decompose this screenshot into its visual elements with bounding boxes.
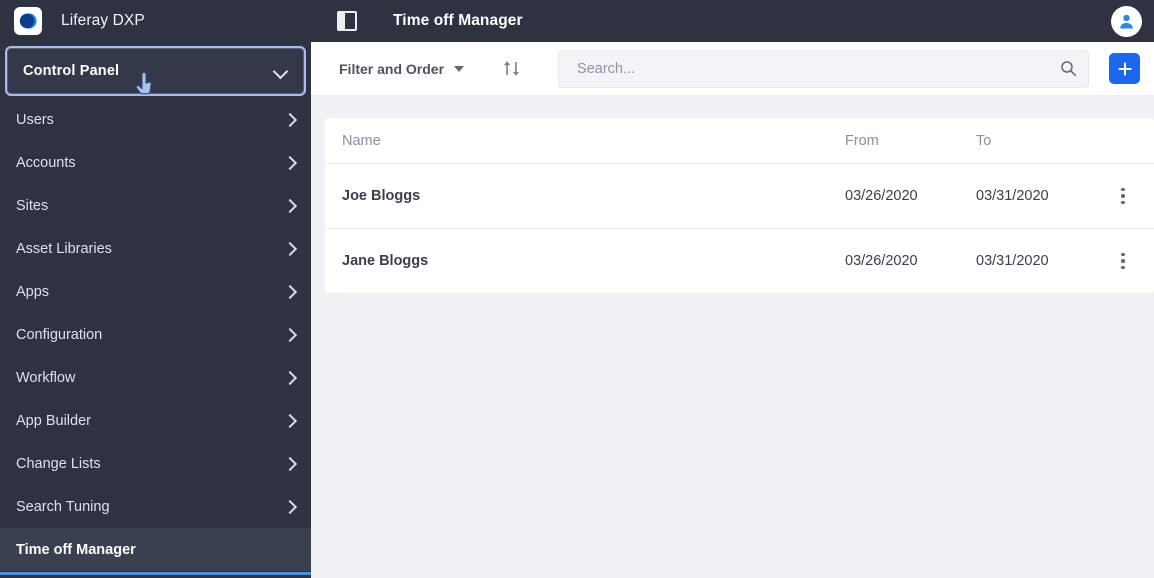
sidebar-item-search-tuning[interactable]: Search Tuning [0,485,311,528]
caret-down-icon [454,65,465,72]
sidebar-item-label: Asset Libraries [16,240,112,257]
chevron-down-icon [273,63,289,79]
chevron-right-icon [283,371,297,385]
sidebar-item-change-lists[interactable]: Change Lists [0,442,311,485]
top-header-bar: Time off Manager [311,0,1154,42]
sidebar-item-accounts[interactable]: Accounts [0,141,311,184]
sidebar-item-workflow[interactable]: Workflow [0,356,311,399]
cell-from: 03/26/2020 [845,163,976,229]
chevron-right-icon [283,113,297,127]
sidebar-item-configuration[interactable]: Configuration [0,313,311,356]
kebab-menu-icon[interactable] [1111,184,1135,208]
cell-to: 03/31/2020 [976,253,1049,269]
list-toolbar: Filter and Order [311,42,1154,96]
plus-icon [1118,62,1131,75]
sidebar-item-sites[interactable]: Sites [0,184,311,227]
chevron-right-icon [283,199,297,213]
chevron-right-icon [283,500,297,514]
filter-and-order-label: Filter and Order [339,60,445,77]
column-header-name: Name [325,118,845,164]
sidebar-item-label: Accounts [16,154,76,171]
app-root: Liferay DXP Control Panel Users Accounts… [0,0,1154,578]
sort-ascending-descending-icon[interactable] [498,55,526,83]
search-input[interactable] [558,49,1089,88]
brand-header: Liferay DXP [0,0,311,42]
cell-from: 03/26/2020 [845,253,918,269]
sidebar-item-asset-libraries[interactable]: Asset Libraries [0,227,311,270]
table-row[interactable]: Joe Bloggs 03/26/2020 03/31/2020 [325,163,1154,229]
cell-actions [1109,229,1154,294]
content-area: Name From To Joe Bloggs 03/26/2020 03/31… [311,96,1154,578]
sidebar: Liferay DXP Control Panel Users Accounts… [0,0,311,578]
sidebar-toggle-icon[interactable] [337,11,357,31]
table-row[interactable]: Jane Bloggs 03/26/2020 03/31/2020 [325,229,1154,294]
brand-title: Liferay DXP [61,12,145,29]
sidebar-item-app-builder[interactable]: App Builder [0,399,311,442]
time-off-table: Name From To Joe Bloggs 03/26/2020 03/31… [325,118,1154,293]
sidebar-item-label: Workflow [16,369,76,386]
sidebar-item-label: Sites [16,197,49,214]
control-panel-wrapper: Control Panel [0,42,311,94]
column-header-from: From [845,118,976,164]
search-icon[interactable] [1055,56,1081,82]
table-body: Joe Bloggs 03/26/2020 03/31/2020 Jane Bl… [325,163,1154,294]
table-head: Name From To [325,118,1154,164]
cell-name: Joe Bloggs [325,163,845,229]
sidebar-item-time-off-manager[interactable]: Time off Manager [0,528,311,575]
cell-name: Jane Bloggs [342,253,429,269]
chevron-right-icon [283,285,297,299]
control-panel-label: Control Panel [23,63,120,79]
page-title: Time off Manager [393,12,523,29]
user-avatar-icon[interactable] [1111,5,1142,37]
add-button[interactable] [1109,53,1140,84]
control-panel-selector[interactable]: Control Panel [7,48,304,94]
chevron-right-icon [283,242,297,256]
column-header-actions [1109,118,1154,164]
liferay-logo-icon [14,7,42,35]
chevron-right-icon [283,328,297,342]
cell-to: 03/31/2020 [976,163,1109,229]
column-header-to: To [976,118,1109,164]
sidebar-item-label: Time off Manager [16,541,136,558]
sidebar-item-users[interactable]: Users [0,98,311,141]
filter-and-order-dropdown[interactable]: Filter and Order [339,60,465,77]
sidebar-item-apps[interactable]: Apps [0,270,311,313]
chevron-right-icon [283,414,297,428]
chevron-right-icon [283,156,297,170]
cell-actions [1109,163,1154,229]
sidebar-item-label: Change Lists [16,455,101,472]
chevron-right-icon [283,457,297,471]
sidebar-item-label: Users [16,111,54,128]
sidebar-item-label: Apps [16,283,50,300]
kebab-menu-icon[interactable] [1111,249,1135,273]
sidebar-item-label: App Builder [16,412,91,429]
main-area: Time off Manager Filter and Order Search… [311,0,1154,578]
sidebar-nav: Users Accounts Sites Asset Libraries App… [0,98,311,578]
search-field-wrapper [558,49,1089,88]
table-header-row: Name From To [325,118,1154,164]
sidebar-item-label: Configuration [16,326,103,343]
time-off-table-card: Name From To Joe Bloggs 03/26/2020 03/31… [325,118,1154,293]
sidebar-item-label: Search Tuning [16,498,110,515]
